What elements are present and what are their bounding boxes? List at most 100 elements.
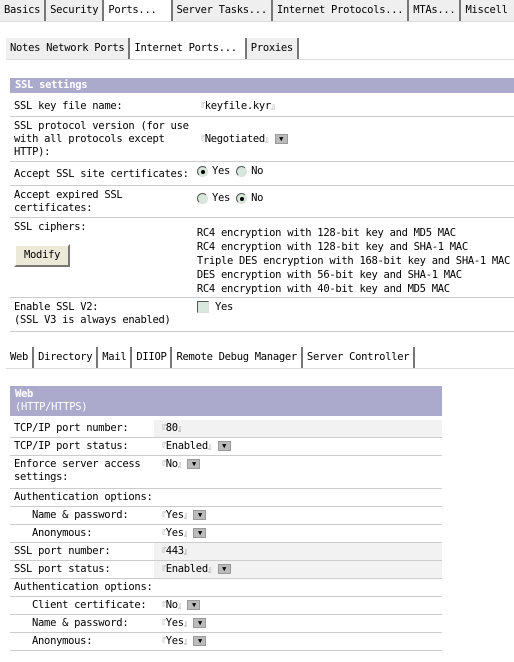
web-subtitle: (HTTP/HTTPS) xyxy=(15,401,88,413)
cipher-item: RC4 encryption with 128-bit key and MD5 … xyxy=(196,227,456,239)
tab-directory[interactable]: Directory xyxy=(34,347,99,368)
expired-no-radio[interactable] xyxy=(236,192,248,204)
dropdown-arrow-icon[interactable]: ▼ xyxy=(193,618,207,628)
dropdown-arrow-icon[interactable]: ▼ xyxy=(217,441,231,451)
web-setting-select[interactable]: No xyxy=(158,599,185,611)
web-setting-label: Client certificate: xyxy=(32,599,147,611)
dropdown-arrow-icon[interactable]: ▼ xyxy=(193,636,207,646)
web-setting-label: SSL port status: xyxy=(14,563,111,575)
yes-label: Yes xyxy=(212,192,231,204)
web-setting-label: TCP/IP port number: xyxy=(14,422,129,434)
protocol-version-select[interactable]: Negotiated xyxy=(197,133,273,145)
web-setting-select[interactable]: Yes xyxy=(158,509,191,521)
tab-proxies[interactable]: Proxies xyxy=(246,38,299,59)
ssl-settings: SSL key file name: keyfile.kyr SSL proto… xyxy=(10,93,514,332)
web-setting-row: Name & password: Yes▼ xyxy=(10,507,442,525)
cipher-item: DES encryption with 56-bit key and SHA-1… xyxy=(196,269,462,281)
web-setting-row: SSL port number: 443 xyxy=(10,543,442,561)
tab-server-controller[interactable]: Server Controller xyxy=(302,347,416,368)
web-setting-value: 443 xyxy=(154,543,442,560)
web-setting-select[interactable]: Yes xyxy=(158,617,191,629)
dropdown-arrow-icon[interactable]: ▼ xyxy=(217,564,231,574)
dropdown-arrow-icon[interactable]: ▼ xyxy=(193,528,207,538)
sub-tab-bar: Notes Network Ports Internet Ports... Pr… xyxy=(6,38,514,60)
cipher-item: Triple DES encryption with 168-bit key a… xyxy=(196,255,510,267)
web-setting-value: No▼ xyxy=(154,597,442,614)
web-setting-input[interactable]: 443 xyxy=(158,545,191,557)
tab-ports[interactable]: Ports... xyxy=(104,0,173,21)
web-setting-select[interactable]: Enabled xyxy=(158,563,216,575)
ssl-v2-note: (SSL V3 is always enabled) xyxy=(14,314,171,326)
web-setting-input[interactable]: 80 xyxy=(158,422,185,434)
expired-yes-radio[interactable] xyxy=(197,192,208,204)
web-setting-label: TCP/IP port status: xyxy=(14,440,129,452)
tab-internet-protocols[interactable]: Internet Protocols... xyxy=(272,0,410,21)
tab-miscellaneous[interactable]: Miscell xyxy=(461,0,512,21)
tab-internet-ports[interactable]: Internet Ports... xyxy=(130,38,247,59)
key-file-label: SSL key file name: xyxy=(14,100,123,112)
web-settings: TCP/IP port number: 80 TCP/IP port status:… xyxy=(10,420,442,651)
ciphers-label: SSL ciphers: xyxy=(14,221,87,233)
tab-mail[interactable]: Mail xyxy=(98,347,133,368)
web-tab-bar: Web Directory Mail DIIOP Remote Debug Ma… xyxy=(6,347,514,369)
no-label: No xyxy=(251,165,264,177)
web-setting-label: Enforce server access settings: xyxy=(14,458,141,483)
web-setting-label: Anonymous: xyxy=(32,635,93,647)
web-setting-value: Yes▼ xyxy=(154,507,442,524)
web-setting-select[interactable]: Yes xyxy=(158,527,191,539)
web-setting-label: Name & password: xyxy=(32,617,129,629)
web-setting-row: Client certificate: No▼ xyxy=(10,597,442,615)
no-label: No xyxy=(251,192,264,204)
cipher-item: RC4 encryption with 128-bit key and SHA-… xyxy=(196,241,468,253)
web-setting-row: TCP/IP port number: 80 xyxy=(10,420,442,438)
dropdown-arrow-icon[interactable]: ▼ xyxy=(187,459,201,469)
web-setting-value: Yes▼ xyxy=(154,615,442,632)
web-setting-select[interactable]: No xyxy=(158,458,185,470)
tab-mtas[interactable]: MTAs... xyxy=(409,0,462,21)
web-setting-select[interactable]: Yes xyxy=(158,635,191,647)
yes-label: Yes xyxy=(212,165,231,177)
web-setting-row: Authentication options: xyxy=(10,489,442,507)
top-tab-bar: Basics Security Ports... Server Tasks...… xyxy=(0,0,514,22)
web-setting-row: Anonymous: Yes▼ xyxy=(10,525,442,543)
web-setting-row: Enforce server access settings: No▼ xyxy=(10,456,442,489)
tab-basics[interactable]: Basics xyxy=(0,0,47,21)
modify-button[interactable]: Modify xyxy=(14,244,71,267)
protocol-version-label: SSL protocol version (for use with all p… xyxy=(14,120,189,158)
ssl-v2-checkbox[interactable] xyxy=(197,301,209,313)
web-setting-row: Authentication options: xyxy=(10,579,442,597)
web-setting-row: Anonymous: Yes▼ xyxy=(10,633,442,651)
site-certs-yes-radio[interactable] xyxy=(197,165,208,177)
expired-certs-label: Accept expired SSL certificates: xyxy=(14,189,123,214)
tab-web[interactable]: Web xyxy=(6,347,35,368)
dropdown-arrow-icon[interactable]: ▼ xyxy=(193,510,207,520)
ssl-v2-label: Enable SSL V2: xyxy=(14,301,99,313)
yes-label: Yes xyxy=(215,301,234,313)
web-setting-value: No▼ xyxy=(154,456,442,488)
web-setting-label: Name & password: xyxy=(32,509,129,521)
web-setting-label: SSL port number: xyxy=(14,545,111,557)
web-setting-label: Authentication options: xyxy=(14,581,153,593)
site-certs-label: Accept SSL site certificates: xyxy=(14,168,189,180)
dropdown-arrow-icon[interactable]: ▼ xyxy=(187,600,201,610)
tab-diiop[interactable]: DIIOP xyxy=(132,347,173,368)
web-setting-value: 80 xyxy=(154,420,442,437)
web-title: Web xyxy=(15,388,34,400)
web-setting-label: Anonymous: xyxy=(32,527,93,539)
tab-notes-network-ports[interactable]: Notes Network Ports xyxy=(6,38,131,59)
cipher-list: RC4 encryption with 128-bit key and MD5 … xyxy=(193,218,514,297)
web-setting-label: Authentication options: xyxy=(14,491,153,503)
dropdown-arrow-icon[interactable]: ▼ xyxy=(274,134,288,144)
tab-security[interactable]: Security xyxy=(46,0,105,21)
key-file-input[interactable]: keyfile.kyr xyxy=(193,97,283,116)
web-setting-value: Enabled▼ xyxy=(154,561,442,578)
tab-remote-debug-manager[interactable]: Remote Debug Manager xyxy=(172,347,303,368)
web-setting-value: Yes▼ xyxy=(154,525,442,542)
cipher-item: RC4 encryption with 40-bit key and MD5 M… xyxy=(196,283,450,295)
web-setting-row: SSL port status: Enabled▼ xyxy=(10,561,442,579)
web-section-header: Web (HTTP/HTTPS) xyxy=(10,386,442,416)
site-certs-no-radio[interactable] xyxy=(236,165,248,177)
web-setting-row: TCP/IP port status: Enabled▼ xyxy=(10,438,442,456)
tab-server-tasks[interactable]: Server Tasks... xyxy=(172,0,273,21)
web-setting-select[interactable]: Enabled xyxy=(158,440,216,452)
